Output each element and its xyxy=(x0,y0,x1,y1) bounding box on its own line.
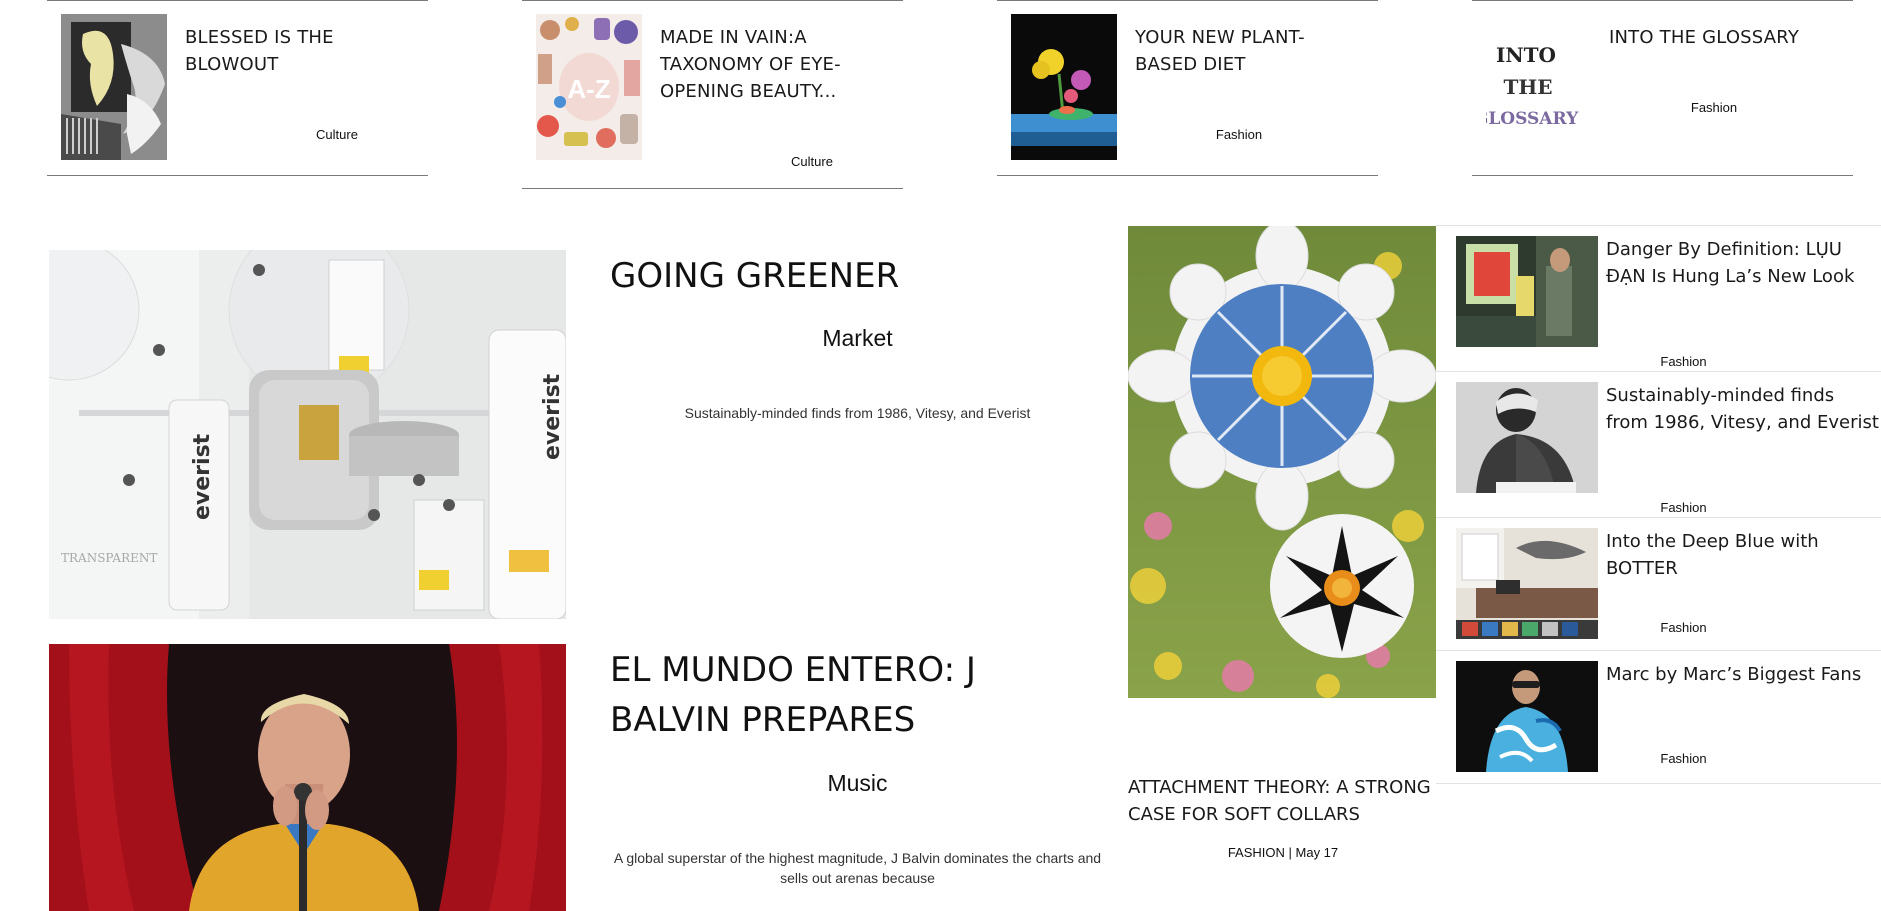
article-meta: FASHION | May 17 xyxy=(1128,845,1438,860)
article-title[interactable]: MADE IN VAIN:A TAXONOMY OF EYE-OPENING B… xyxy=(660,24,875,105)
article-title[interactable]: YOUR NEW PLANT-BASED DIET xyxy=(1135,24,1350,78)
article-title[interactable]: INTO THE GLOSSARY xyxy=(1609,24,1824,51)
feature-title[interactable]: EL MUNDO ENTERO: J BALVIN PREPARES xyxy=(610,645,1090,745)
article-title[interactable]: Into the Deep Blue with BOTTER xyxy=(1606,528,1881,582)
article-title[interactable]: BLESSED IS THE BLOWOUT xyxy=(185,24,400,78)
top-article-card[interactable]: INTO THE GLOSSARY INTO THE GLOSSARY Fash… xyxy=(1472,0,1853,176)
top-article-card[interactable]: BLESSED IS THE BLOWOUT Culture xyxy=(47,0,428,176)
into-the-glossary-logo-image[interactable]: INTO THE GLOSSARY xyxy=(1486,14,1592,160)
article-title[interactable]: ATTACHMENT THEORY: A STRONG CASE FOR SOF… xyxy=(1128,774,1438,828)
meta-separator: | xyxy=(1284,845,1296,860)
feature-description: A global superstar of the highest magnit… xyxy=(613,850,1102,886)
page: BLESSED IS THE BLOWOUT Culture A-Z MADE … xyxy=(0,0,1881,911)
top-article-card[interactable]: YOUR NEW PLANT-BASED DIET Fashion xyxy=(997,0,1378,176)
list-item[interactable]: Into the Deep Blue with BOTTER Fashion xyxy=(1436,517,1881,650)
list-item[interactable]: Sustainably-minded finds from 1986, Vite… xyxy=(1436,371,1881,517)
svg-text:INTO: INTO xyxy=(1496,43,1556,67)
list-item[interactable]: Marc by Marc’s Biggest Fans Fashion xyxy=(1436,650,1881,784)
everist-label: everist xyxy=(540,373,565,460)
list-item[interactable]: Danger By Definition: LỤU ĐẠN Is Hung La… xyxy=(1436,225,1881,371)
divider xyxy=(1472,175,1853,176)
hair-dryer-collage-image[interactable] xyxy=(61,14,167,160)
model-back-portrait-image[interactable] xyxy=(1456,382,1598,493)
j-balvin-stage-image[interactable] xyxy=(49,644,566,911)
article-title[interactable]: Danger By Definition: LỤU ĐẠN Is Hung La… xyxy=(1606,236,1881,290)
divider xyxy=(522,188,903,189)
top-article-card[interactable]: A-Z MADE IN VAIN:A TAXONOMY OF EYE-OPENI… xyxy=(522,0,903,189)
article-title[interactable]: Marc by Marc’s Biggest Fans xyxy=(1606,661,1881,688)
divider xyxy=(47,0,428,1)
divider xyxy=(997,0,1378,1)
category-tag[interactable]: Fashion xyxy=(1606,354,1761,369)
article-title[interactable]: Sustainably-minded finds from 1986, Vite… xyxy=(1606,382,1881,436)
blue-print-top-model-image[interactable] xyxy=(1456,661,1598,772)
everist-products-image[interactable]: everist everist TRANSPARENT xyxy=(49,250,566,619)
fabric-flowers-image[interactable] xyxy=(1128,226,1436,698)
category-tag[interactable]: Fashion xyxy=(1169,127,1309,142)
category-tag[interactable]: Fashion xyxy=(1644,100,1784,115)
everist-label: everist xyxy=(190,433,215,520)
divider xyxy=(47,175,428,176)
feature-description: Sustainably-minded finds from 1986, Vite… xyxy=(684,405,1031,421)
category-tag[interactable]: Fashion xyxy=(1606,500,1761,515)
flower-still-life-image[interactable] xyxy=(1011,14,1117,160)
category-tag[interactable]: Culture xyxy=(267,127,407,142)
divider xyxy=(522,0,903,1)
category-tag[interactable]: Fashion xyxy=(1606,751,1761,766)
svg-text:A-Z: A-Z xyxy=(567,74,610,104)
category-tag[interactable]: FASHION xyxy=(1228,845,1285,860)
sidebar-article-list: Danger By Definition: LỤU ĐẠN Is Hung La… xyxy=(1436,225,1881,784)
category-tag[interactable]: Fashion xyxy=(1606,620,1761,635)
street-market-image[interactable] xyxy=(1456,236,1598,347)
a-z-beauty-products-image[interactable]: A-Z xyxy=(536,14,642,160)
article-date: May 17 xyxy=(1295,845,1339,860)
divider xyxy=(997,175,1378,176)
category-tag[interactable]: Culture xyxy=(742,154,882,169)
transparent-label: TRANSPARENT xyxy=(61,551,157,565)
design-studio-image[interactable] xyxy=(1456,528,1598,639)
svg-text:GLOSSARY: GLOSSARY xyxy=(1486,109,1579,129)
category-tag[interactable]: Market xyxy=(610,325,1105,352)
feature-title[interactable]: GOING GREENER xyxy=(610,251,1090,301)
svg-text:THE: THE xyxy=(1503,75,1552,99)
divider xyxy=(1472,0,1853,1)
category-tag[interactable]: Music xyxy=(610,770,1105,797)
